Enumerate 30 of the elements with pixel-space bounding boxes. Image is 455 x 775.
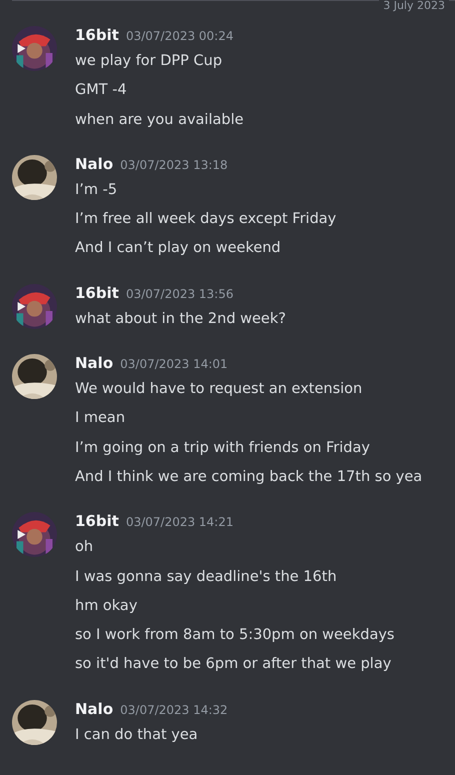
message-text: what about in the 2nd week? <box>75 310 286 329</box>
timestamp: 03/07/2023 13:18 <box>120 156 228 174</box>
message-text: And I can’t play on weekend <box>75 239 282 258</box>
message-text: GMT -4 <box>75 81 128 100</box>
message-text: We would have to request an extension <box>75 380 364 400</box>
message-text: so I work from 8am to 5:30pm on weekdays <box>75 626 394 646</box>
timestamp: 03/07/2023 13:56 <box>126 286 234 303</box>
message-text: hm okay <box>75 596 138 616</box>
username: 16bit <box>75 511 119 532</box>
message-text: oh <box>75 538 94 558</box>
username: Nalo <box>75 353 114 374</box>
username: 16bit <box>75 25 119 46</box>
username: 16bit <box>75 282 119 304</box>
message-text: I’m -5 <box>75 180 118 200</box>
date-label: 3 July 2023 <box>379 0 449 12</box>
timestamp: 03/07/2023 14:01 <box>120 356 228 374</box>
message-text: we play for DPP Cup <box>75 52 224 71</box>
message-text: I’m free all week days except Friday <box>75 210 336 230</box>
message-text: when are you available <box>75 110 244 130</box>
message-text: I mean <box>75 409 126 428</box>
timestamp: 03/07/2023 00:24 <box>126 28 234 45</box>
username: Nalo <box>75 698 114 720</box>
message-text: And I think we are coming back the 17th so yea <box>75 468 422 487</box>
message-text: I can do that yea <box>75 726 199 745</box>
timestamp: 03/07/2023 14:21 <box>126 514 234 532</box>
username: Nalo <box>75 154 114 175</box>
message-text: so it'd have to be 6pm or after that we play <box>75 655 392 674</box>
timestamp: 03/07/2023 14:32 <box>120 702 228 719</box>
message-text: I’m going on a trip with friends on Friday <box>75 438 371 458</box>
message-text: I was gonna say deadline's the 16th <box>75 568 338 587</box>
